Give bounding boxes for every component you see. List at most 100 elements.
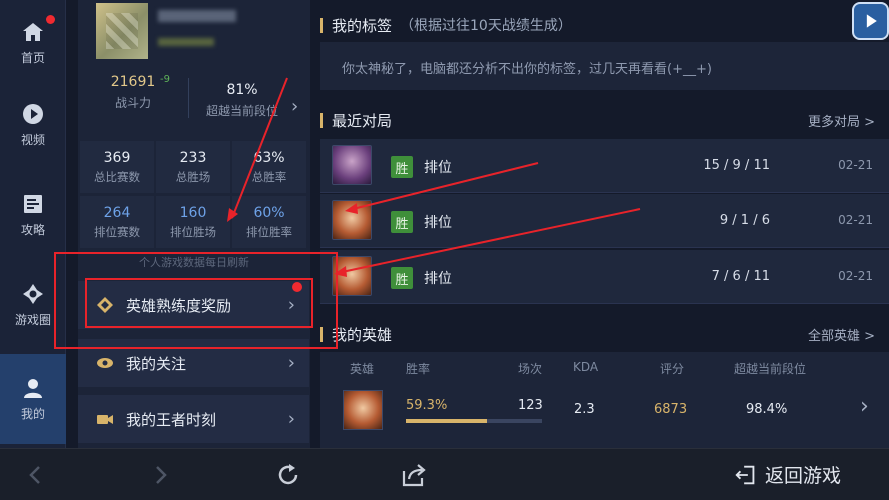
match-row[interactable]: 胜 排位 7 / 6 / 11 02-21 [320, 250, 889, 304]
hero-winrate: 59.3% [406, 398, 448, 413]
section-marker [320, 17, 323, 33]
play-triangle-icon [866, 14, 877, 28]
eye-icon [97, 358, 113, 368]
refresh-note: 个人游戏数据每日刷新 [139, 256, 249, 269]
home-icon [23, 23, 43, 41]
hero-rank-pct: 98.4% [746, 402, 788, 417]
stat-label: 排位胜率 [246, 224, 292, 239]
rank-label: 超越当前段位 [205, 104, 278, 118]
back-arrow-icon[interactable] [22, 461, 50, 489]
my-heroes-title: 我的英雄 [332, 325, 393, 344]
column-header: 英雄 [350, 362, 375, 376]
share-icon[interactable] [400, 461, 428, 489]
stat-total-wins: 233 总胜场 [156, 141, 230, 193]
section-marker [320, 112, 323, 128]
rank-block[interactable]: 81% 超越当前段位 [190, 82, 294, 119]
browser-bottom-bar: 返回游戏 [0, 448, 889, 500]
my-heroes-header: 我的英雄 全部英雄 > [320, 317, 889, 351]
match-kda: 9 / 1 / 6 [719, 213, 770, 228]
column-header: 超越当前段位 [734, 362, 807, 376]
nav-mine[interactable]: 我的 [0, 354, 66, 444]
match-date: 02-21 [838, 158, 873, 172]
refresh-icon[interactable] [274, 461, 302, 489]
chevron-right-icon[interactable]: › [291, 96, 298, 117]
player-subtitle-blurred [158, 38, 214, 46]
nav-game-circle[interactable]: 游戏圈 [0, 262, 66, 348]
column-header: KDA [573, 360, 599, 374]
win-badge: 胜 [391, 211, 413, 233]
avatar[interactable] [96, 3, 148, 59]
combat-power-block: 21691 战斗力 [80, 74, 186, 111]
chevron-right-icon: › [287, 294, 295, 316]
nav-guide-label: 攻略 [20, 223, 45, 237]
hero-kda: 2.3 [574, 402, 595, 417]
my-moments-item[interactable]: 我的王者时刻 › [78, 395, 309, 443]
tags-header: 我的标签 （根据过往10天战绩生成） [320, 8, 889, 42]
hero-avatar [332, 145, 372, 185]
return-to-game-button[interactable]: 返回游戏 [733, 461, 841, 488]
my-follow-item[interactable]: 我的关注 › [78, 339, 309, 387]
notification-dot [46, 15, 55, 24]
column-header: 场次 [518, 362, 543, 376]
match-date: 02-21 [838, 269, 873, 283]
nav-game-circle-label: 游戏圈 [14, 313, 51, 327]
play-icon [23, 104, 43, 124]
all-heroes-link[interactable]: 全部英雄 > [808, 325, 875, 344]
my-follow-label: 我的关注 [126, 354, 187, 373]
guide-icon [24, 195, 42, 213]
match-kda: 7 / 6 / 11 [711, 269, 770, 284]
stat-ranked-winrate: 60% 排位胜率 [232, 196, 306, 248]
player-name-blurred [158, 10, 236, 22]
stat-label: 排位胜场 [170, 224, 216, 239]
chevron-right-icon: › [860, 394, 869, 419]
hero-score: 6873 [654, 402, 688, 417]
recent-matches-title: 最近对局 [332, 111, 393, 130]
tags-title: 我的标签 [332, 16, 393, 35]
combat-power-label: 战斗力 [114, 96, 151, 110]
hero-proficiency-reward-item[interactable]: 英雄熟练度奖励 › [78, 281, 309, 329]
nav-mine-label: 我的 [20, 407, 45, 421]
winrate-bar-fill [406, 419, 487, 423]
left-navigation: 首页 视频 攻略 游戏圈 我的 [0, 0, 66, 448]
more-matches-link[interactable]: 更多对局 > [808, 111, 875, 130]
diamond-icon [97, 297, 113, 313]
nav-home[interactable]: 首页 [0, 0, 66, 86]
video-shortcut-icon[interactable] [852, 2, 889, 40]
recent-matches-header: 最近对局 更多对局 > [320, 103, 889, 137]
tags-subtitle: （根据过往10天战绩生成） [400, 18, 572, 34]
stat-value: 160 [179, 204, 207, 221]
video-camera-icon [97, 415, 113, 424]
nav-video-label: 视频 [20, 133, 45, 147]
hero-row[interactable]: 59.3% 123 2.3 6873 98.4% › [320, 380, 889, 440]
nav-guide[interactable]: 攻略 [0, 172, 66, 258]
stat-total-games: 369 总比赛数 [80, 141, 154, 193]
hero-avatar [343, 390, 383, 430]
stat-label: 总胜场 [175, 169, 211, 184]
match-mode: 排位 [424, 160, 452, 176]
stat-label: 总比赛数 [94, 169, 140, 184]
stat-ranked-wins: 160 排位胜场 [156, 196, 230, 248]
column-header: 评分 [660, 362, 685, 376]
winrate-bar [406, 419, 542, 423]
circle-icon [23, 284, 43, 304]
tags-message: 你太神秘了，电脑都还分析不出你的标签，过几天再看看(+__+) [342, 62, 712, 77]
stat-value: 63% [253, 149, 285, 166]
forward-arrow-icon[interactable] [146, 461, 174, 489]
tags-panel: 你太神秘了，电脑都还分析不出你的标签，过几天再看看(+__+) [320, 42, 889, 90]
match-date: 02-21 [838, 213, 873, 227]
combat-power-value: 21691 [110, 74, 156, 90]
chevron-right-icon: › [287, 352, 295, 374]
match-row[interactable]: 胜 排位 9 / 1 / 6 02-21 [320, 194, 889, 248]
hero-proficiency-reward-label: 英雄熟练度奖励 [126, 296, 232, 315]
column-header: 胜率 [406, 362, 431, 376]
match-mode: 排位 [424, 271, 452, 287]
divider [188, 78, 189, 118]
match-row[interactable]: 胜 排位 15 / 9 / 11 02-21 [320, 139, 889, 193]
rank-percent: 81% [226, 82, 258, 98]
my-moments-label: 我的王者时刻 [126, 410, 217, 429]
nav-video[interactable]: 视频 [0, 82, 66, 168]
nav-home-label: 首页 [20, 51, 45, 65]
hero-games: 123 [518, 398, 543, 413]
user-icon [24, 379, 42, 398]
win-badge: 胜 [391, 156, 413, 178]
